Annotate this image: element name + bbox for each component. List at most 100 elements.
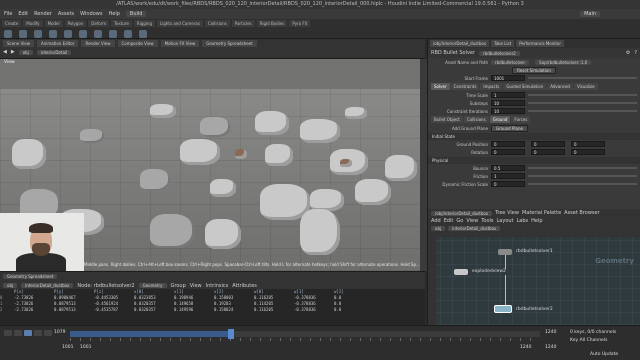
shelf-tab-create[interactable]: Create xyxy=(2,20,22,27)
net-menu-labs[interactable]: Labs xyxy=(517,218,529,224)
tool-icon[interactable] xyxy=(4,30,12,38)
rotation-z[interactable]: 0 xyxy=(571,149,605,155)
tool-icon[interactable] xyxy=(34,30,42,38)
tool-icon[interactable] xyxy=(64,30,72,38)
tool-icon[interactable] xyxy=(79,30,87,38)
range-start-field-2[interactable]: 1001 xyxy=(80,345,91,350)
shelf-tab-deform[interactable]: Deform xyxy=(88,20,110,27)
desktop-selector[interactable]: Build xyxy=(125,11,147,17)
net-menu-help[interactable]: Help xyxy=(531,218,542,224)
menu-render[interactable]: Render xyxy=(34,11,52,17)
shelf-tab-modify[interactable]: Modify xyxy=(23,20,43,27)
tab-geometry-spreadsheet-lower[interactable]: Geometry Spreadsheet xyxy=(3,274,58,279)
rotation-y[interactable]: 0 xyxy=(531,149,565,155)
tool-icon[interactable] xyxy=(109,30,117,38)
range-start-field[interactable]: 1001 xyxy=(62,345,73,350)
jump-end-button[interactable] xyxy=(44,330,52,336)
shelf-tab-pyro[interactable]: Pyro FX xyxy=(289,20,311,27)
shelf-tab-rigging[interactable]: Rigging xyxy=(133,20,155,27)
dynamic-friction-field[interactable]: 0 xyxy=(491,181,525,187)
sheet-path-node[interactable]: interiorDetail_dustbox xyxy=(21,283,74,288)
tab-asset-browser[interactable]: Asset Browser xyxy=(564,210,600,216)
node-rbdbulletsolver2[interactable] xyxy=(494,305,512,313)
node-explodedview2[interactable] xyxy=(454,269,468,275)
shelf-tab-particles[interactable]: Particles xyxy=(231,20,255,27)
network-editor[interactable]: /obj/interiorDetail_dustbox Tree View Ma… xyxy=(427,209,640,325)
sheet-mode-dropdown[interactable]: Geometry xyxy=(138,283,167,288)
tab-ground[interactable]: Ground xyxy=(489,116,511,123)
add-ground-dropdown[interactable]: Ground Plane xyxy=(491,124,528,132)
sheet-path-obj[interactable]: obj xyxy=(3,283,18,288)
substeps-field[interactable]: 10 xyxy=(491,100,525,106)
tab-animation-editor[interactable]: Animation Editor xyxy=(36,40,79,47)
ground-position-z[interactable]: 0 xyxy=(571,141,605,147)
rotation-x[interactable]: 0 xyxy=(491,149,525,155)
auto-update-dropdown[interactable]: Auto Update xyxy=(590,352,618,357)
menu-assets[interactable]: Assets xyxy=(58,11,74,17)
gear-icon[interactable]: ⚙ xyxy=(626,50,630,56)
menu-file[interactable]: File xyxy=(4,11,12,17)
constraint-iterations-field[interactable]: 10 xyxy=(491,108,525,114)
tab-tree-view[interactable]: Tree View xyxy=(495,210,519,216)
shelf-tab-collisions[interactable]: Collisions xyxy=(204,20,230,27)
tool-icon[interactable] xyxy=(139,30,147,38)
tab-take-list[interactable]: Take List xyxy=(491,40,515,47)
playhead[interactable] xyxy=(228,329,234,339)
sheet-view-label[interactable]: View xyxy=(190,283,202,289)
key-all-button[interactable]: Key All Channels xyxy=(570,338,607,343)
friction-field[interactable]: 1 xyxy=(491,173,525,179)
help-icon[interactable]: ? xyxy=(634,50,637,56)
tool-icon[interactable] xyxy=(19,30,27,38)
table-row[interactable]: 2 -2.73826 0.0879513 -0.4535787 0.032035… xyxy=(0,307,425,313)
time-scale-slider[interactable] xyxy=(528,94,637,96)
shelf-tab-rigid-bodies[interactable]: Rigid Bodies xyxy=(256,20,288,27)
tab-forces[interactable]: Forces xyxy=(511,116,531,123)
tab-visualize[interactable]: Visualize xyxy=(573,83,598,90)
reset-simulation-button[interactable]: Reset Simulation xyxy=(512,66,556,74)
net-menu-add[interactable]: Add xyxy=(431,218,441,224)
path-obj[interactable]: obj xyxy=(18,49,33,55)
net-menu-layout[interactable]: Layout xyxy=(497,218,514,224)
play-button[interactable] xyxy=(24,330,32,336)
menu-windows[interactable]: Windows xyxy=(80,11,102,17)
tab-composite-view[interactable]: Composite View xyxy=(117,40,158,47)
asset-tab-label[interactable]: Asset Name and Path xyxy=(431,60,491,65)
step-back-button[interactable] xyxy=(14,330,22,336)
start-frame-slider[interactable] xyxy=(528,77,637,79)
sheet-intrinsics-label[interactable]: Intrinsics xyxy=(206,283,229,289)
net-menu-edit[interactable]: Edit xyxy=(444,218,454,224)
tab-guided-simulation[interactable]: Guided Simulation xyxy=(503,83,547,90)
path-node[interactable]: interiorDetail xyxy=(36,49,72,55)
jump-start-button[interactable] xyxy=(4,330,12,336)
menu-edit[interactable]: Edit xyxy=(18,11,28,17)
tab-material-palette[interactable]: Material Palette xyxy=(522,210,561,216)
ground-position-x[interactable]: 0 xyxy=(491,141,525,147)
substeps-slider[interactable] xyxy=(528,102,637,104)
shelf-tab-model[interactable]: Model xyxy=(44,20,63,27)
step-forward-button[interactable] xyxy=(34,330,42,336)
tab-scene-view[interactable]: Scene View xyxy=(3,40,34,47)
menu-help[interactable]: Help xyxy=(108,11,119,17)
shelf-tab-polygon[interactable]: Polygon xyxy=(64,20,87,27)
desktop-main-selector[interactable]: Main xyxy=(580,11,600,17)
time-scale-field[interactable]: 1 xyxy=(491,92,525,98)
bounce-field[interactable]: 0.5 xyxy=(491,165,525,171)
net-menu-tools[interactable]: Tools xyxy=(481,218,493,224)
tab-motion-fx-view[interactable]: Motion FX View xyxy=(160,40,200,47)
shelf-tab-lights[interactable]: Lights and Cameras xyxy=(156,20,203,27)
tab-geometry-spreadsheet[interactable]: Geometry Spreadsheet xyxy=(202,40,257,47)
net-path-obj[interactable]: obj xyxy=(431,226,446,231)
dynamic-friction-slider[interactable] xyxy=(528,183,637,185)
tab-advanced[interactable]: Advanced xyxy=(547,83,573,90)
range-end-field[interactable]: 1240 xyxy=(520,345,531,350)
range-end-field-2[interactable]: 1240 xyxy=(545,345,556,350)
ground-position-y[interactable]: 0 xyxy=(531,141,565,147)
current-frame-field[interactable]: 1079 xyxy=(54,330,65,335)
tab-network-path[interactable]: /obj/interiorDetail_dustbox xyxy=(431,210,493,216)
node-name-field[interactable]: rbdbulletsolver2 xyxy=(479,50,520,56)
tab-solver[interactable]: Solver xyxy=(431,83,450,90)
tab-impacts[interactable]: Impacts xyxy=(480,83,503,90)
shelf-tab-texture[interactable]: Texture xyxy=(111,20,132,27)
asset-path[interactable]: Sop/rbdbulletsolver::1.0 xyxy=(535,59,592,65)
tool-icon[interactable] xyxy=(94,30,102,38)
